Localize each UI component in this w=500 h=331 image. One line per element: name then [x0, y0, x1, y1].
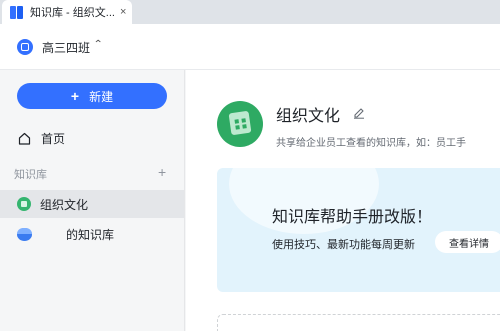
knowledge-base-section-label: 知识库: [14, 169, 47, 181]
tab-title: 知识库 - 组织文...: [30, 7, 115, 19]
add-knowledge-base-icon[interactable]: +: [158, 164, 166, 180]
browser-tab-strip: 知识库 - 组织文... ×: [0, 0, 500, 24]
knowledge-base-avatar: [217, 101, 263, 147]
edit-icon[interactable]: [352, 105, 366, 119]
sidebar-item-home[interactable]: 首页: [18, 128, 65, 148]
sidebar-item-my-knowledge-base[interactable]: 的知识库: [0, 220, 184, 248]
team-switcher[interactable]: 高三四班: [42, 39, 90, 56]
cube-icon: [228, 110, 252, 136]
sidebar: + 新建 首页 知识库 + 组织文化 的知识库: [0, 70, 185, 331]
content-card: [217, 314, 500, 331]
view-details-button[interactable]: 查看详情: [435, 231, 500, 253]
main-content: 组织文化 共享给企业员工查看的知识库，如：员工手 知识库帮助手册改版！ 使用技巧…: [186, 70, 500, 331]
new-button[interactable]: + 新建: [17, 83, 167, 109]
sidebar-item-label: 首页: [41, 131, 66, 146]
home-icon: [18, 132, 31, 145]
page-title: 组织文化: [276, 108, 341, 125]
page-description: 共享给企业员工查看的知识库，如：员工手: [276, 138, 466, 149]
browser-tab[interactable]: 知识库 - 组织文... ×: [2, 0, 132, 24]
help-banner: 知识库帮助手册改版！ 使用技巧、最新功能每周更新 查看详情: [217, 168, 500, 292]
sidebar-item-org-culture[interactable]: 组织文化: [0, 190, 184, 218]
sidebar-item-label: 组织文化: [40, 197, 89, 212]
sidebar-item-label: 的知识库: [66, 227, 115, 242]
new-button-label: 新建: [89, 89, 114, 104]
banner-subtitle: 使用技巧、最新功能每周更新: [272, 239, 415, 251]
top-header: 高三四班 ⌃: [0, 24, 500, 70]
avatar: [17, 227, 32, 241]
book-icon: [10, 5, 24, 19]
chevron-updown-icon[interactable]: ⌃: [93, 39, 103, 50]
close-icon[interactable]: ×: [120, 6, 126, 18]
banner-title: 知识库帮助手册改版！: [272, 209, 433, 226]
team-icon: [17, 39, 33, 55]
plus-icon: +: [70, 88, 80, 104]
knowledge-base-icon: [17, 197, 31, 211]
